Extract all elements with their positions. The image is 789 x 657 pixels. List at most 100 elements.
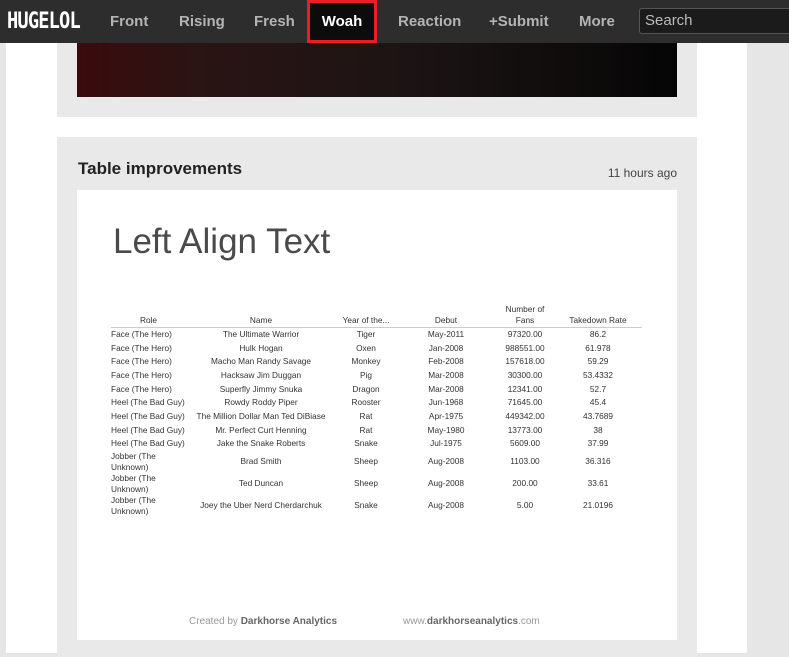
table-cell: 45.4 (589, 397, 607, 408)
table-cell: 200.00 (512, 478, 538, 489)
table-cell: Face (The Hero) (111, 383, 172, 394)
table-cell: 52.7 (589, 383, 607, 394)
post-time: 11 hours ago (607, 166, 677, 180)
table-cell: Heel (The Bad Guy) (111, 397, 185, 408)
table-cell: Jan-2008 (428, 342, 464, 353)
column-header: Takedown Rate (554, 304, 642, 328)
column-header: Debut (396, 304, 496, 328)
image-heading: Left Align Text (113, 222, 331, 261)
data-table: Role Name Year of the... Debut Number of Fan… (111, 304, 642, 517)
table-cell: Jun-1968 (428, 397, 464, 408)
table-cell: 5609.00 (510, 438, 540, 449)
table-cell: Dragon (352, 383, 380, 394)
table-cell: Snake (354, 438, 378, 449)
table-cell: Rooster (351, 397, 381, 408)
table-cell: 37.99 (587, 438, 609, 449)
table-cell: Heel (The Bad Guy) (111, 424, 185, 435)
table-cell: 1103.00 (510, 456, 540, 467)
table-cell: 43.7689 (583, 410, 613, 421)
table-cell: May-1980 (427, 424, 465, 435)
table-cell: Hulk Hogan (239, 342, 283, 353)
table-cell: Aug-2008 (428, 456, 464, 467)
table-cell: 61.978 (585, 342, 611, 353)
table-cell: Apr-1975 (428, 410, 464, 421)
table-cell: Tiger (356, 329, 376, 340)
table-row: Heel (The Bad Guy) Mr. Perfect Curt Henni… (111, 423, 642, 437)
column-header: Role (111, 304, 186, 328)
table-cell: 21.0196 (583, 500, 613, 511)
table-cell: Snake (354, 500, 378, 511)
table-row: Face (The Hero) Superfly Jimmy Snuka Drago… (111, 382, 642, 396)
table-cell: Jul-1975 (430, 438, 462, 449)
nav-rising[interactable]: Rising (179, 0, 225, 43)
previous-post (57, 30, 697, 117)
table-cell: 53.4332 (583, 369, 613, 380)
table-cell: Sheep (354, 456, 378, 467)
post-title[interactable]: Table improvements (78, 159, 242, 179)
nav-submit[interactable]: +Submit (489, 0, 549, 43)
table-cell: Oxen (356, 342, 376, 353)
table-cell: Jobber (The Unknown) (111, 472, 156, 494)
table-cell: Rat (359, 410, 373, 421)
table-cell: Face (The Hero) (111, 356, 172, 367)
table-cell: Heel (The Bad Guy) (111, 410, 185, 421)
nav-front[interactable]: Front (110, 0, 148, 43)
table-cell: Jobber (The Unknown) (111, 450, 156, 472)
table-cell: Ted Duncan (238, 478, 284, 489)
table-cell: Jake the Snake Roberts (216, 438, 306, 449)
table-row: Heel (The Bad Guy) Jake the Snake Roberts… (111, 437, 642, 451)
table-cell: Rat (359, 424, 373, 435)
column-header: Year of the... (336, 304, 396, 328)
table-cell: 12341.00 (507, 383, 543, 394)
top-nav: HUGELOL Front Rising Fresh Woah Reaction… (0, 0, 789, 43)
table-cell: 988551.00 (505, 342, 545, 353)
table-cell: Aug-2008 (428, 478, 464, 489)
footer-url: www.darkhorseanalytics.com (403, 616, 540, 627)
table-cell: Pig (360, 369, 372, 380)
table-cell: Monkey (351, 356, 381, 367)
column-header: Number of Fans (496, 304, 554, 328)
table-row: Face (The Hero) The Ultimate Warrior Tiger… (111, 328, 642, 342)
nav-fresh[interactable]: Fresh (254, 0, 295, 43)
table-cell: Joey the Uber Nerd Cherdarchuk (200, 500, 322, 511)
table-cell: Feb-2008 (428, 356, 464, 367)
table-cell: 30300.00 (507, 369, 543, 380)
table-cell: Jobber (The Unknown) (111, 494, 156, 516)
table-cell: 97320.00 (507, 329, 543, 340)
table-row: Jobber (The Unknown) Brad Smith Sheep Aug-2… (111, 451, 642, 473)
table-cell: 5.00 (516, 500, 534, 511)
table-row: Heel (The Bad Guy) The Million Dollar Man… (111, 410, 642, 424)
table-row: Heel (The Bad Guy) Rowdy Roddy Piper Roost… (111, 396, 642, 410)
table-cell: Mr. Perfect Curt Henning (215, 424, 307, 435)
table-cell: 33.61 (587, 478, 609, 489)
nav-more[interactable]: More (579, 0, 615, 43)
table-cell: 13773.00 (507, 424, 543, 435)
table-cell: 157618.00 (505, 356, 545, 367)
table-cell: Sheep (354, 478, 378, 489)
table-cell: 59.29 (587, 356, 609, 367)
table-cell: Face (The Hero) (111, 342, 172, 353)
post-card: Table improvements 11 hours ago Left Ali… (57, 137, 697, 657)
table-cell: Aug-2008 (428, 500, 464, 511)
column-header: Name (186, 304, 336, 328)
table-cell: Face (The Hero) (111, 329, 172, 340)
table-row: Face (The Hero) Hulk Hogan Oxen Jan-2008 988… (111, 341, 642, 355)
table-cell: Rowdy Roddy Piper (224, 397, 298, 408)
table-cell: Face (The Hero) (111, 369, 172, 380)
post-image[interactable] (77, 43, 677, 97)
nav-reaction[interactable]: Reaction (398, 0, 461, 43)
table-cell: 38 (593, 424, 603, 435)
table-cell: 36.316 (585, 456, 611, 467)
table-cell: Mar-2008 (428, 383, 464, 394)
table-cell: Superfly Jimmy Snuka (219, 383, 303, 394)
table-cell: The Million Dollar Man Ted DiBiase (196, 410, 326, 421)
table-row: Jobber (The Unknown) Joey the Uber Nerd C… (111, 495, 642, 517)
search-input[interactable]: Search (639, 8, 789, 34)
table-cell: May-2011 (427, 329, 465, 340)
site-logo[interactable]: HUGELOL (7, 9, 81, 34)
table-row: Jobber (The Unknown) Ted Duncan Sheep Aug-2… (111, 473, 642, 495)
table-cell: 71645.00 (507, 397, 543, 408)
post-image[interactable]: Left Align Text Role Name Year of the... De… (77, 190, 677, 640)
nav-woah[interactable]: Woah (307, 0, 377, 43)
table-row: Face (The Hero) Hacksaw Jim Duggan Pig Mar-… (111, 369, 642, 383)
